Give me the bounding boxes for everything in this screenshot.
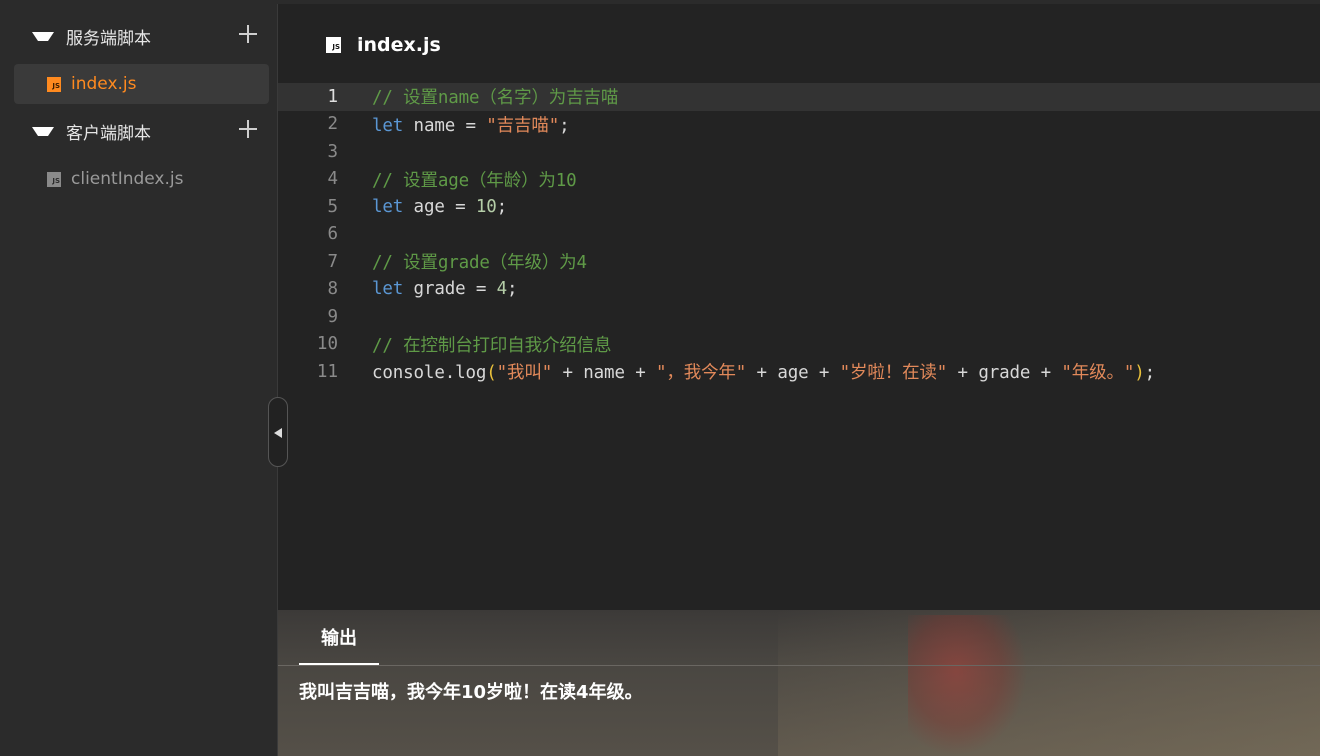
add-server-script-button[interactable]: [239, 25, 257, 43]
editor-tab[interactable]: JS index.js: [326, 34, 441, 56]
code-text: let age = 10;: [372, 197, 507, 217]
js-file-icon: JS: [326, 37, 341, 53]
code-line[interactable]: 3: [278, 138, 1320, 166]
file-label: index.js: [71, 74, 137, 94]
line-number: 7: [327, 251, 338, 272]
code-text: // 设置grade（年级）为4: [372, 249, 587, 274]
code-lines[interactable]: 1 // 设置name（名字）为吉吉喵 2 let name = "吉吉喵"; 3 4 //…: [278, 83, 1320, 386]
code-token: age =: [403, 196, 476, 217]
code-editor[interactable]: JS index.js 1 // 设置name（名字）为吉吉喵 2 let name …: [278, 4, 1320, 610]
code-token: 4: [496, 279, 508, 300]
code-token: name =: [403, 115, 487, 136]
code-token: // 设置name（名字）为吉吉喵: [372, 88, 619, 109]
file-explorer-sidebar: 服务端脚本 JS index.js 客户端脚本 JS clientIndex.j…: [0, 4, 278, 756]
triangle-down-icon: [32, 31, 54, 41]
js-file-icon: JS: [47, 76, 61, 92]
code-token: console.log: [372, 363, 487, 384]
code-token: "年级。": [1061, 363, 1135, 384]
line-number: 1: [327, 86, 338, 107]
code-text: let grade = 4;: [372, 279, 518, 300]
code-token: ;: [559, 115, 570, 136]
code-token: ;: [507, 279, 518, 300]
code-token: "我叫": [496, 363, 553, 384]
code-token: + name +: [552, 363, 656, 384]
js-file-icon: JS: [47, 171, 61, 187]
code-line[interactable]: 4 // 设置age（年龄）为10: [278, 166, 1320, 194]
line-number: 3: [327, 141, 338, 162]
folder-client-scripts[interactable]: 客户端脚本: [0, 111, 277, 151]
line-number: 6: [327, 224, 338, 245]
code-line[interactable]: 7 // 设置grade（年级）为4: [278, 248, 1320, 276]
code-token: "，我今年": [655, 363, 747, 384]
line-number: 5: [327, 196, 338, 217]
code-token: ;: [1144, 363, 1156, 384]
add-client-script-button[interactable]: [239, 120, 257, 138]
folder-server-scripts[interactable]: 服务端脚本: [0, 16, 277, 56]
code-line[interactable]: 5 let age = 10;: [278, 193, 1320, 221]
code-text: console.log("我叫" + name + "，我今年" + age +…: [372, 359, 1155, 384]
code-line[interactable]: 2 let name = "吉吉喵";: [278, 111, 1320, 139]
tab-output[interactable]: 输出: [299, 610, 379, 665]
code-line[interactable]: 11 console.log("我叫" + name + "，我今年" + age…: [278, 358, 1320, 386]
code-token: let: [372, 115, 404, 136]
code-text: // 在控制台打印自我介绍信息: [372, 332, 612, 357]
output-tab-bar: 输出: [278, 610, 1320, 666]
file-item-index-js[interactable]: JS index.js: [14, 64, 269, 104]
code-token: ): [1134, 363, 1145, 384]
console-output-text: 我叫吉吉喵，我今年10岁啦！在读4年级。: [299, 682, 643, 703]
editor-tab-title: index.js: [357, 34, 441, 56]
code-token: "岁啦！在读": [839, 363, 948, 384]
code-token: "吉吉喵": [486, 115, 560, 136]
code-text: let name = "吉吉喵";: [372, 112, 570, 137]
code-token: let: [372, 279, 404, 300]
file-item-clientindex-js[interactable]: JS clientIndex.js: [14, 159, 269, 199]
code-token: + grade +: [947, 363, 1062, 384]
code-line[interactable]: 1 // 设置name（名字）为吉吉喵: [278, 83, 1320, 111]
line-number: 2: [327, 114, 338, 135]
code-token: let: [372, 196, 404, 217]
folder-label: 服务端脚本: [66, 28, 151, 49]
folder-label: 客户端脚本: [66, 123, 151, 144]
code-line[interactable]: 6: [278, 221, 1320, 249]
code-token: ;: [496, 196, 508, 217]
file-label: clientIndex.js: [71, 169, 184, 189]
code-text: // 设置age（年龄）为10: [372, 167, 577, 192]
code-token: (: [486, 363, 497, 384]
line-number: 9: [327, 306, 338, 327]
collapse-sidebar-handle[interactable]: [268, 397, 288, 467]
code-token: // 设置grade（年级）为4: [372, 253, 587, 274]
line-number: 8: [327, 279, 338, 300]
line-number: 4: [327, 169, 338, 190]
code-token: // 在控制台打印自我介绍信息: [372, 335, 612, 356]
output-panel: 输出 我叫吉吉喵，我今年10岁啦！在读4年级。: [278, 610, 1320, 756]
code-line[interactable]: 9: [278, 303, 1320, 331]
code-line[interactable]: 8 let grade = 4;: [278, 276, 1320, 304]
code-token: // 设置age（年龄）为10: [372, 170, 577, 191]
triangle-down-icon: [32, 126, 54, 136]
line-number: 11: [316, 361, 338, 382]
code-text: // 设置name（名字）为吉吉喵: [372, 84, 618, 109]
code-token: 10: [475, 196, 497, 217]
code-token: grade =: [403, 279, 497, 300]
line-number: 10: [316, 334, 338, 355]
code-token: + age +: [746, 363, 840, 384]
code-line[interactable]: 10 // 在控制台打印自我介绍信息: [278, 331, 1320, 359]
chevron-left-icon: [274, 428, 282, 438]
